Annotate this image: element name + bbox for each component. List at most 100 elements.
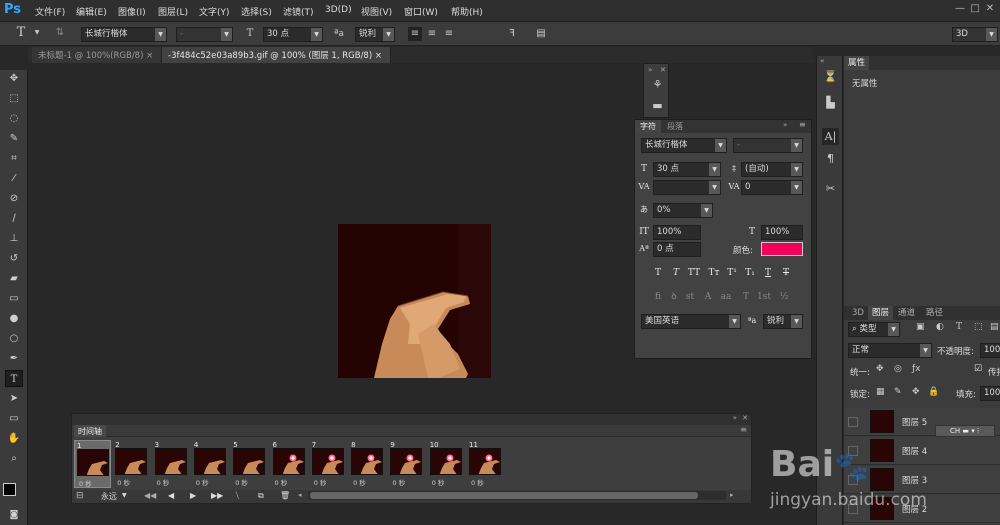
blend-mode-dropdown[interactable]: 正常 ▼ (848, 343, 932, 358)
char-hscale-field[interactable]: 100% (761, 225, 803, 240)
faux-bold-icon[interactable]: T (651, 266, 665, 280)
visibility-icon[interactable] (848, 417, 858, 427)
filter-shape-icon[interactable]: ⬚ (974, 322, 983, 332)
warp-text-icon[interactable]: ꟻ (505, 27, 519, 41)
char-leading-dropdown[interactable]: (自动) ▼ (741, 162, 803, 177)
antialias-dropdown[interactable]: 锐利 ▼ (355, 27, 395, 42)
unify-style-icon[interactable]: ƒx (912, 364, 921, 374)
lock-transparency-icon[interactable]: ▦ (876, 387, 885, 397)
faux-italic-icon[interactable]: T (669, 266, 683, 280)
small-caps-icon[interactable]: Tт (705, 266, 723, 280)
character-panel-icon[interactable]: A| (822, 128, 839, 145)
lock-all-icon[interactable]: 🔒 (928, 387, 939, 397)
char-tsume-dropdown[interactable]: 0% ▼ (653, 203, 713, 218)
frame-delay[interactable]: 0 秒 (275, 477, 288, 487)
document-canvas[interactable] (338, 224, 491, 378)
animation-frame[interactable]: 30 秒 (153, 440, 190, 488)
actions-panel-icon[interactable]: ▙ (822, 94, 839, 111)
tab-layers[interactable]: 图层 (868, 306, 894, 320)
play-icon[interactable]: ▶ (190, 491, 196, 500)
scroll-left-icon[interactable]: ◂ (298, 491, 302, 499)
char-kerning-dropdown[interactable]: ▼ (653, 180, 721, 195)
menu-edit[interactable]: 编辑(E) (76, 5, 107, 18)
animation-frame[interactable]: 11 0 秒 (467, 440, 504, 488)
lock-pixels-icon[interactable]: ✎ (894, 387, 902, 397)
close-icon[interactable]: × (375, 51, 382, 61)
convert-timeline-icon[interactable]: ⊟ (76, 491, 84, 501)
chevron-down-icon[interactable]: ▼ (122, 492, 127, 499)
menu-window[interactable]: 窗口(W) (404, 5, 438, 18)
menu-filter[interactable]: 滤镜(T) (283, 5, 314, 18)
char-baseline-field[interactable]: 0 点 (653, 242, 701, 257)
healing-brush-tool-icon[interactable]: ⊘ (5, 190, 23, 207)
quick-mask-icon[interactable]: ◙ (5, 507, 23, 524)
char-antialias-dropdown[interactable]: 锐利 ▼ (763, 314, 803, 329)
maximize-button[interactable]: □ (968, 3, 982, 15)
pen-tool-icon[interactable]: ✒ (5, 350, 23, 367)
expand-icon[interactable]: » (648, 66, 652, 74)
frame-delay[interactable]: 0 秒 (196, 477, 209, 487)
dodge-tool-icon[interactable]: ○ (5, 330, 23, 347)
animation-frame[interactable]: 10 0 秒 (428, 440, 465, 488)
panel-menu-icon[interactable]: ≡ (740, 425, 747, 434)
animation-frame[interactable]: 40 秒 (192, 440, 229, 488)
tab-paragraph[interactable]: 段落 (667, 121, 683, 132)
ime-indicator[interactable]: CH ▬ ▾ ⁝ (935, 425, 995, 437)
frame-delay[interactable]: 0 秒 (471, 477, 484, 487)
tab-3d[interactable]: 3D (848, 306, 868, 320)
brush-tool-icon[interactable]: ∕ (5, 210, 23, 227)
expand-icon[interactable]: « (820, 57, 824, 65)
delete-frame-icon[interactable]: 🗑 (280, 491, 290, 500)
filter-adjustment-icon[interactable]: ◐ (936, 322, 944, 332)
animation-frame[interactable]: 50 秒 (231, 440, 268, 488)
tool-presets-icon[interactable]: ⚘ (649, 76, 666, 93)
opacity-field[interactable]: 100% (980, 343, 1000, 358)
frame-delay[interactable]: 0 秒 (353, 477, 366, 487)
eyedropper-tool-icon[interactable]: ⁄ (5, 170, 23, 187)
timeline-scrollbar[interactable] (308, 491, 726, 500)
loop-options-dropdown[interactable]: 永远 (101, 491, 117, 502)
menu-help[interactable]: 帮助(H) (451, 5, 483, 18)
unify-visibility-icon[interactable]: ◎ (894, 364, 902, 374)
font-size-dropdown[interactable]: 30 点 ▼ (263, 27, 323, 42)
strikethrough-icon[interactable]: T (779, 266, 793, 280)
ligature-icon[interactable]: fi (651, 290, 665, 304)
stylistic-alt-icon[interactable]: A (701, 290, 715, 304)
close-icon[interactable]: ✕ (660, 66, 666, 74)
animation-frame[interactable]: 60 秒 (271, 440, 308, 488)
blur-tool-icon[interactable]: ● (5, 310, 23, 327)
clone-stamp-tool-icon[interactable]: ⊥ (5, 230, 23, 247)
path-selection-tool-icon[interactable]: ➤ (5, 390, 23, 407)
lock-position-icon[interactable]: ✥ (912, 387, 920, 397)
scroll-right-icon[interactable]: ▸ (730, 491, 734, 499)
panel-menu-icon[interactable]: ≡ (799, 120, 806, 129)
menu-file[interactable]: 文件(F) (35, 5, 65, 18)
next-frame-icon[interactable]: ▶▶ (211, 491, 223, 500)
ornaments-icon[interactable]: T (739, 290, 753, 304)
close-window-button[interactable]: ✕ (983, 3, 997, 15)
crop-tool-icon[interactable]: ⌗ (5, 150, 23, 167)
all-caps-icon[interactable]: TT (685, 266, 703, 280)
char-color-swatch[interactable] (761, 242, 803, 256)
minimize-button[interactable]: — (953, 3, 967, 15)
frame-delay[interactable]: 0 秒 (314, 477, 327, 487)
animation-frame[interactable]: 20 秒 (113, 440, 150, 488)
menu-type[interactable]: 文字(Y) (199, 5, 230, 18)
titling-icon[interactable]: aa (719, 290, 733, 304)
tab-channels[interactable]: 通道 (894, 306, 919, 320)
propagate-checkbox[interactable]: ☑ (974, 364, 982, 374)
fill-field[interactable]: 100% (980, 386, 1000, 401)
tab-gif[interactable]: -3f484c52e03a89b3.gif @ 100% (图层 1, RGB/… (162, 47, 391, 63)
rectangle-tool-icon[interactable]: ▭ (5, 410, 23, 427)
quick-select-tool-icon[interactable]: ✎ (5, 130, 23, 147)
first-frame-icon[interactable]: ◀◀ (144, 491, 156, 500)
align-center-icon[interactable]: ≡ (425, 27, 439, 41)
underline-icon[interactable]: T (761, 266, 775, 280)
tab-character[interactable]: 字符 (635, 120, 661, 133)
tools-panel-icon[interactable]: ✂ (822, 180, 839, 197)
frame-delay[interactable]: 0 秒 (79, 478, 92, 488)
frame-delay[interactable]: 0 秒 (432, 477, 445, 487)
type-tool-icon[interactable]: T (5, 370, 23, 387)
frame-delay[interactable]: 0 秒 (157, 477, 170, 487)
type-tool-preset-icon[interactable]: T (14, 26, 28, 40)
